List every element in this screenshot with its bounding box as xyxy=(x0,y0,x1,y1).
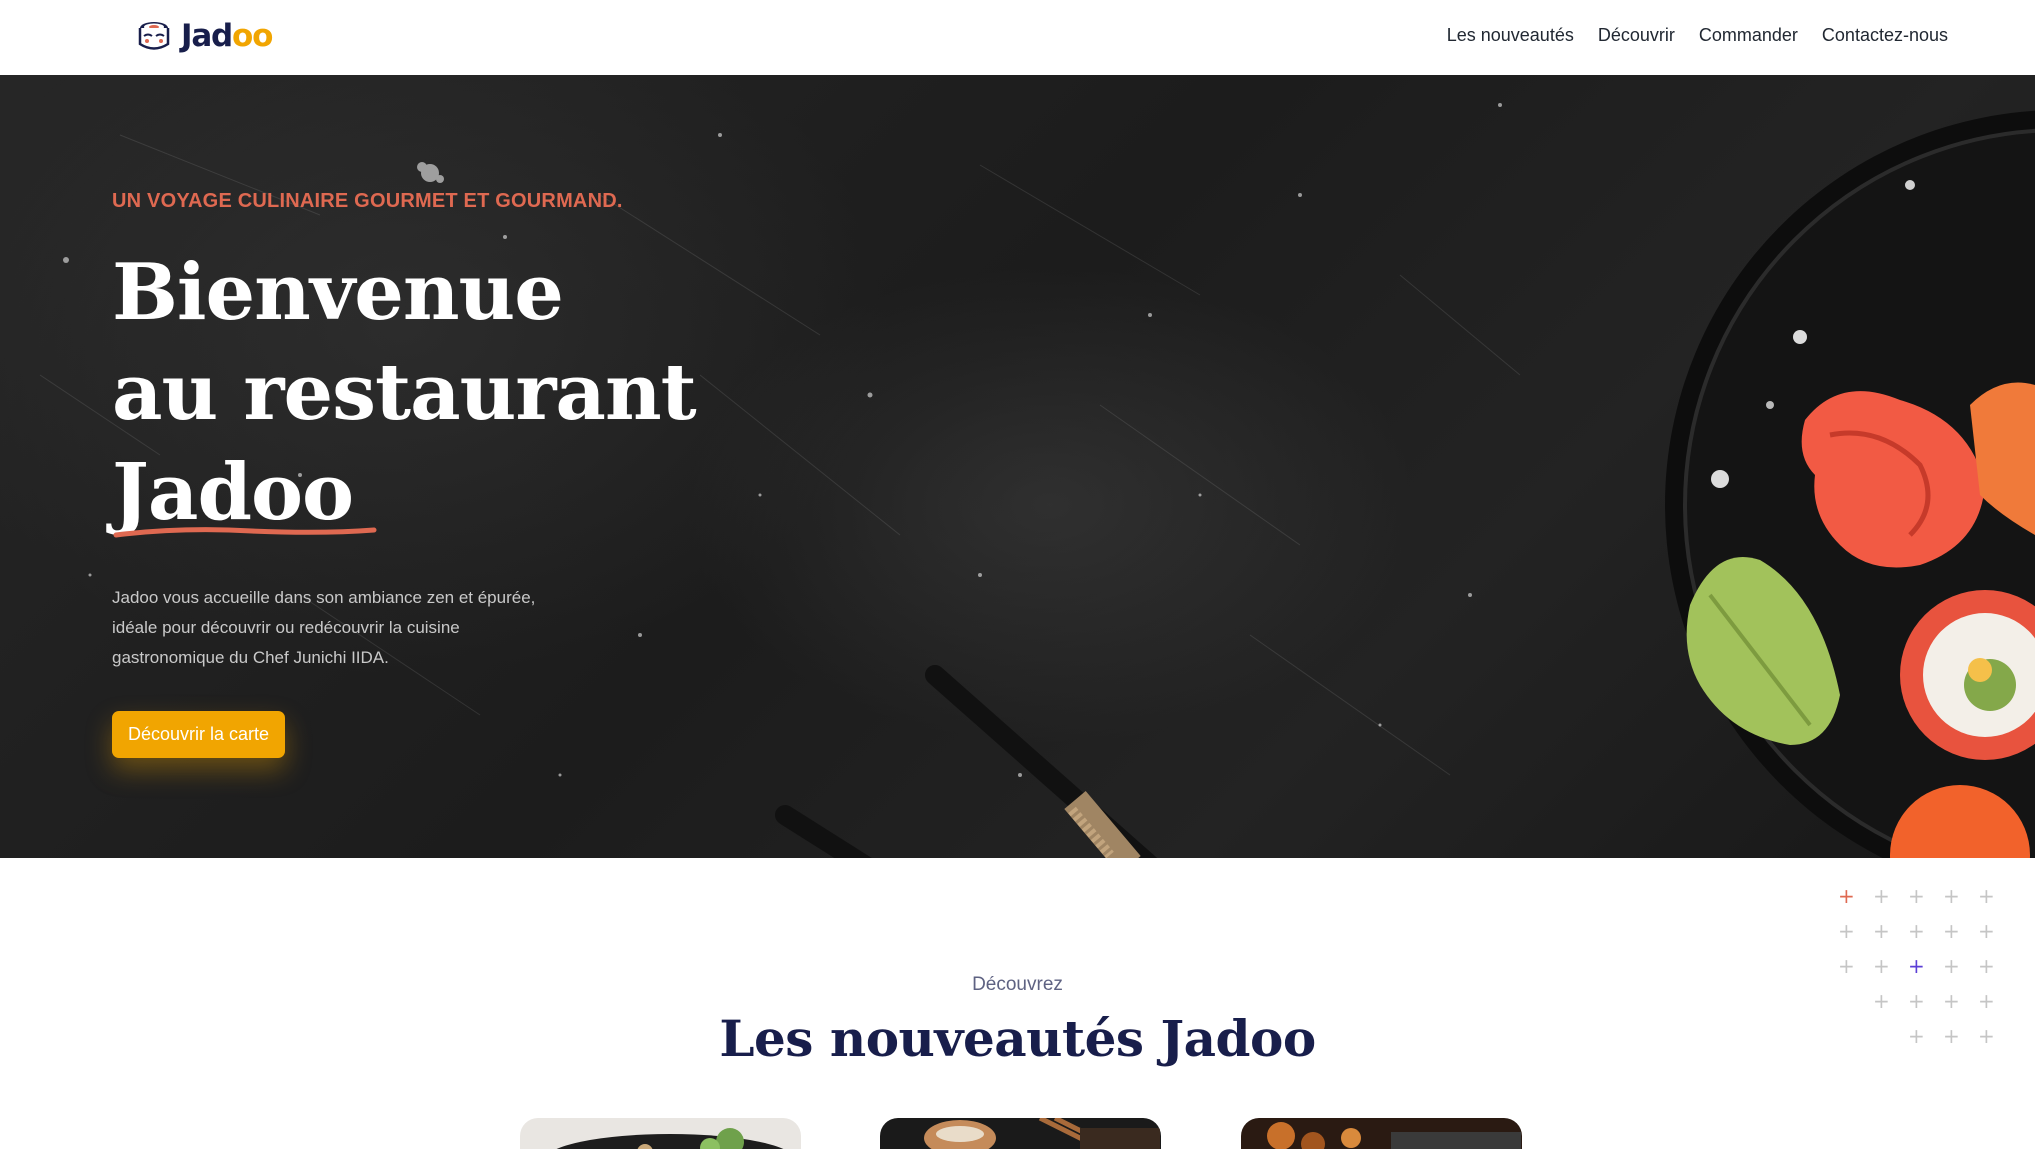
discover-menu-button[interactable]: Découvrir la carte xyxy=(112,711,286,758)
top-navbar: Jadoo Les nouveautés Découvrir Commander… xyxy=(0,0,2035,75)
section-title: Les nouveautés Jadoo xyxy=(719,1009,1316,1068)
new-dish-card-3[interactable] xyxy=(1241,1118,1522,1149)
nav-link-nouveautes[interactable]: Les nouveautés xyxy=(1447,22,1574,48)
plus-icon: + xyxy=(1943,884,1960,908)
dish-photo-3 xyxy=(1241,1118,1522,1149)
nav-link-decouvrir[interactable]: Découvrir xyxy=(1598,22,1675,48)
chopsticks xyxy=(775,665,1158,858)
plus-icon: + xyxy=(1978,919,1995,943)
brush-underline-decoration xyxy=(113,527,377,538)
brand-logo-link[interactable]: Jadoo xyxy=(137,14,273,58)
hero-tagline: UN VOYAGE CULINAIRE GOURMET ET GOURMAND. xyxy=(112,190,623,212)
hero-title-line-3-wrap: Jadoo xyxy=(112,443,377,543)
hero-content: UN VOYAGE CULINAIRE GOURMET ET GOURMAND.… xyxy=(112,190,752,758)
dish-photo-1 xyxy=(520,1118,801,1149)
hero-title-line-2: au restaurant xyxy=(112,347,697,438)
hero-title-line-1: Bienvenue xyxy=(112,247,564,338)
section-subtitle: Découvrez xyxy=(972,974,1063,995)
plus-icon: + xyxy=(1978,884,1995,908)
hero-description: Jadoo vous accueille dans son ambiance z… xyxy=(112,588,536,667)
new-dish-card-1[interactable] xyxy=(520,1118,801,1149)
plus-icon: + xyxy=(1908,919,1925,943)
hero-title: Bienvenue au restaurant Jadoo xyxy=(112,243,752,543)
plus-icon: + xyxy=(1908,884,1925,908)
brand-name: Jadoo xyxy=(181,18,273,54)
plus-icon: + xyxy=(1873,954,1890,978)
plus-icon: + xyxy=(1873,884,1890,908)
plus-icon: + xyxy=(1908,954,1925,978)
plus-icon: + xyxy=(1838,884,1855,908)
hero-banner: UN VOYAGE CULINAIRE GOURMET ET GOURMAND.… xyxy=(0,75,2035,858)
plus-icon: + xyxy=(1978,954,1995,978)
plus-icon: + xyxy=(1873,919,1890,943)
sushi-plate-image xyxy=(1665,110,2035,858)
plus-icon: + xyxy=(1943,954,1960,978)
dish-photo-2 xyxy=(880,1118,1161,1149)
nav-link-contact[interactable]: Contactez-nous xyxy=(1822,22,1948,48)
nav-link-commander[interactable]: Commander xyxy=(1699,22,1798,48)
new-dish-card-2[interactable] xyxy=(880,1118,1161,1149)
sushi-chef-logo-icon xyxy=(138,22,170,50)
plus-icon: + xyxy=(1943,919,1960,943)
plus-icon: + xyxy=(1838,954,1855,978)
main-nav: Les nouveautés Découvrir Commander Conta… xyxy=(1447,22,1948,48)
plus-icon: + xyxy=(1838,919,1855,943)
